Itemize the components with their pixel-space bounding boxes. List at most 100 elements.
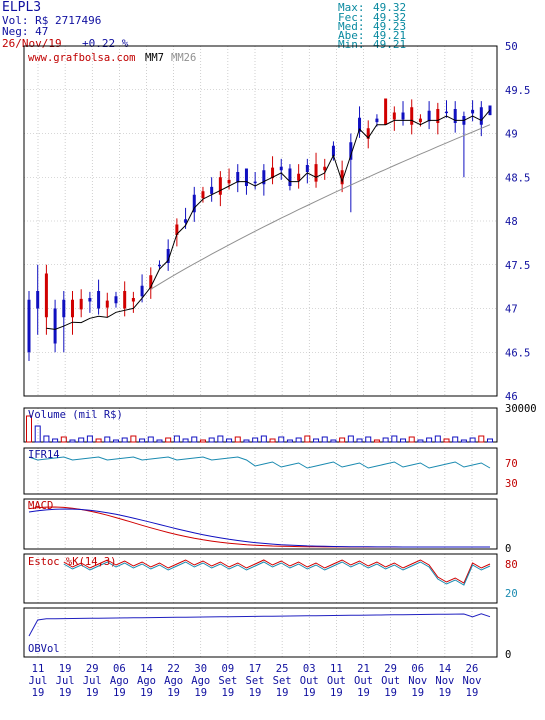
x-tick-4-0: 14 — [140, 663, 153, 675]
x-tick-11-1: Out — [327, 675, 346, 687]
stoch-tick-0: 80 — [505, 559, 518, 571]
candle-body-46 — [427, 110, 431, 122]
candle-body-10 — [114, 296, 118, 304]
x-tick-13-0: 29 — [384, 663, 397, 675]
ma-fast-label: MM7 — [145, 52, 164, 64]
x-tick-11-0: 11 — [330, 663, 343, 675]
volume-bar-4 — [60, 436, 67, 443]
candle-body-13 — [140, 285, 144, 297]
volume-bar-45 — [417, 439, 424, 443]
candle-body-4 — [62, 299, 66, 318]
candle-body-3 — [53, 308, 57, 344]
volume-bar-30 — [286, 439, 293, 443]
volume-bar-21 — [208, 437, 215, 443]
x-tick-3-0: 06 — [113, 663, 126, 675]
candle-body-11 — [123, 291, 127, 309]
candle-body-0 — [27, 299, 31, 353]
volume-bar-6 — [78, 437, 85, 443]
x-tick-9-1: Set — [273, 675, 292, 687]
x-tick-8-2: 19 — [249, 687, 262, 699]
price-tick-6: 49 — [505, 129, 518, 141]
x-tick-3-2: 19 — [113, 687, 126, 699]
volume-bar-42 — [391, 435, 398, 443]
x-tick-9-2: 19 — [276, 687, 289, 699]
volume-bar-49 — [452, 436, 459, 443]
candle-body-31 — [297, 173, 301, 181]
x-tick-7-2: 19 — [222, 687, 235, 699]
price-tick-4: 48 — [505, 216, 518, 228]
volume-bar-15 — [156, 439, 163, 443]
volume-bar-37 — [347, 435, 354, 443]
x-tick-12-0: 21 — [357, 663, 370, 675]
price-tick-7: 49.5 — [505, 85, 530, 97]
macd-line — [28, 506, 490, 548]
obv-label: OBVol — [28, 643, 60, 655]
panel-frame-macd — [23, 498, 498, 550]
x-tick-0-2: 19 — [32, 687, 45, 699]
candle-body-52 — [479, 107, 483, 125]
volume-bar-9 — [104, 436, 111, 443]
stoch-label: Estoc %K(14,3) — [28, 556, 117, 568]
x-tick-16-2: 19 — [466, 687, 479, 699]
volume-bar-27 — [260, 435, 267, 443]
volume-bar-31 — [295, 437, 302, 443]
volume-bar-3 — [52, 438, 59, 443]
volume-bar-20 — [199, 439, 206, 443]
candle-body-22 — [218, 177, 222, 195]
x-tick-11-2: 19 — [330, 687, 343, 699]
macd-tick: 0 — [505, 543, 511, 555]
volume-bar-34 — [321, 436, 328, 443]
x-tick-9-0: 25 — [276, 663, 289, 675]
volume-label: Volume (mil R$) — [28, 409, 123, 421]
x-tick-5-1: Ago — [164, 675, 183, 687]
x-tick-0-1: Jul — [29, 675, 48, 687]
candle-body-25 — [244, 168, 248, 186]
stoch-d-line — [63, 561, 491, 586]
x-tick-7-0: 09 — [222, 663, 235, 675]
volume-bar-29 — [278, 436, 285, 443]
candle-body-20 — [201, 191, 205, 199]
x-tick-7-1: Set — [218, 675, 237, 687]
volume-bar-18 — [182, 438, 189, 443]
macd-label: MACD — [28, 500, 53, 512]
panel-frame-obv — [23, 607, 498, 658]
candle-body-18 — [184, 219, 188, 223]
volume-bar-19 — [191, 436, 198, 443]
candle-body-23 — [227, 179, 231, 184]
x-tick-5-0: 22 — [167, 663, 180, 675]
candle-body-7 — [88, 298, 92, 302]
x-tick-6-0: 30 — [194, 663, 207, 675]
volume-bar-39 — [365, 436, 372, 443]
candle-body-6 — [79, 298, 83, 310]
volume-bar-48 — [443, 438, 450, 443]
volume-bar-47 — [434, 435, 441, 443]
candle-body-15 — [157, 264, 161, 267]
candle-body-9 — [105, 300, 109, 308]
x-tick-10-0: 03 — [303, 663, 316, 675]
candle-body-40 — [375, 118, 379, 123]
ifr-tick-1: 30 — [505, 478, 518, 490]
volume-bar-25 — [243, 439, 250, 443]
volume-bar-33 — [313, 438, 320, 443]
volume-bar-41 — [382, 437, 389, 443]
x-tick-0-0: 11 — [32, 663, 45, 675]
volume-bar-1 — [34, 425, 41, 443]
volume-bar-38 — [356, 438, 363, 443]
stoch-k-line — [63, 559, 491, 584]
x-tick-13-2: 19 — [384, 687, 397, 699]
candle-body-5 — [70, 299, 74, 318]
ifr-line — [28, 456, 491, 469]
x-tick-12-2: 19 — [357, 687, 370, 699]
volume-bar-46 — [426, 437, 433, 443]
candle-body-1 — [36, 291, 40, 309]
candle-body-45 — [418, 118, 422, 123]
candle-body-12 — [131, 298, 135, 302]
x-tick-8-1: Set — [246, 675, 265, 687]
x-tick-4-2: 19 — [140, 687, 153, 699]
stoch-tick-1: 20 — [505, 588, 518, 600]
candle-body-33 — [314, 164, 318, 182]
x-tick-2-0: 29 — [86, 663, 99, 675]
candle-body-30 — [288, 168, 292, 186]
volume-bar-16 — [165, 437, 172, 443]
volume-bar-10 — [112, 439, 119, 443]
